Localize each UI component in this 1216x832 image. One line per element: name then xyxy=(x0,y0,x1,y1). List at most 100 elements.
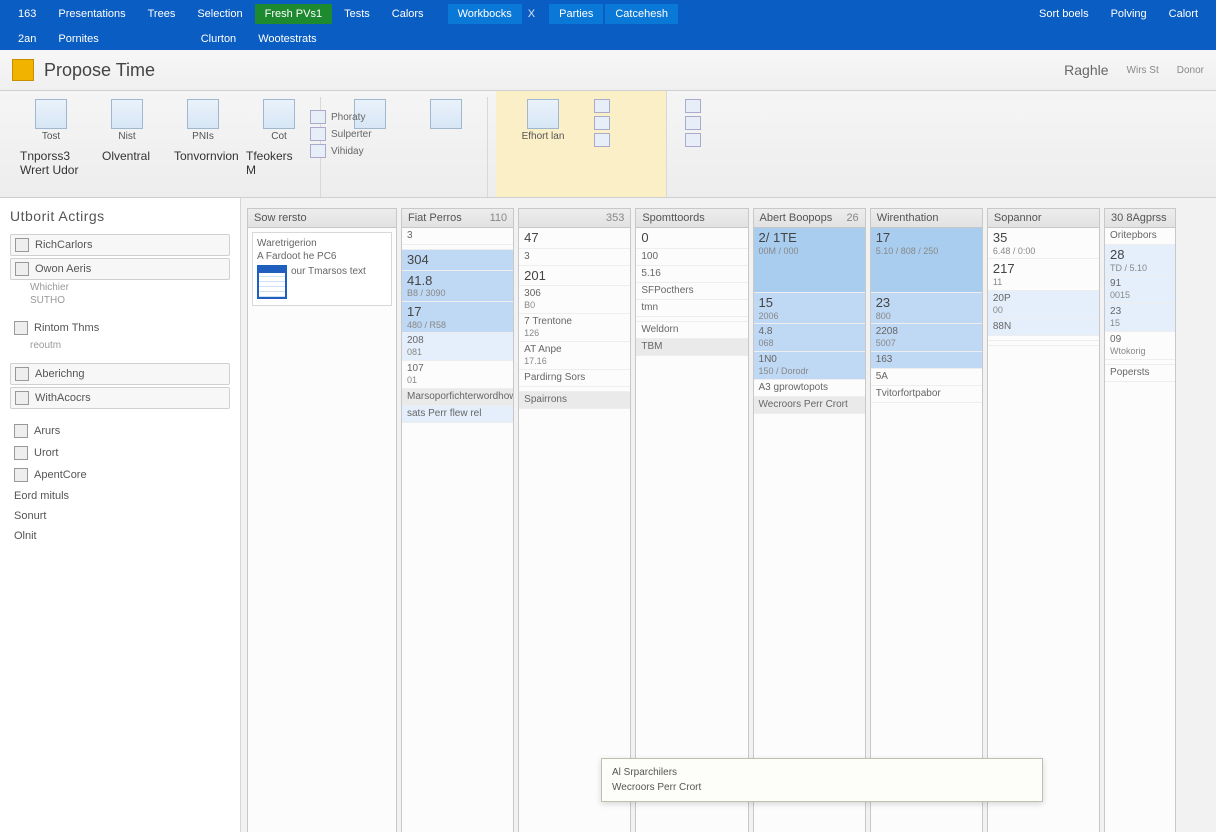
time-slot[interactable]: 7 Trentone126 xyxy=(519,314,630,342)
time-slot[interactable]: 152006 xyxy=(754,293,865,324)
time-slot[interactable]: 208081 xyxy=(402,333,513,361)
page-title: Propose Time xyxy=(44,60,155,81)
ribbon-button[interactable]: Tost xyxy=(20,97,82,145)
time-slot[interactable]: 3 xyxy=(402,228,513,245)
time-slot[interactable]: 17480 / R58 xyxy=(402,302,513,333)
ribbon-button[interactable] xyxy=(415,97,477,131)
ribbon-small-button[interactable]: Phoraty xyxy=(310,110,372,124)
time-card[interactable]: WaretrigerionA Fardoot he PC6our Tmarsos… xyxy=(252,232,392,306)
menu-item[interactable]: Clurton xyxy=(191,29,246,49)
menu-item[interactable]: Calort xyxy=(1159,4,1208,24)
time-slot[interactable]: 2/ 1TE00M / 000 xyxy=(754,228,865,293)
time-slot[interactable]: 88N xyxy=(988,319,1099,336)
sidebar-footer-item[interactable]: Olnit xyxy=(10,527,230,545)
menu-item[interactable]: Tests xyxy=(334,4,380,24)
time-slot[interactable]: AT Anpe17.16 xyxy=(519,342,630,370)
menu-item[interactable]: Wootestrats xyxy=(248,29,327,49)
ribbon-small-button[interactable] xyxy=(594,133,610,147)
time-slot[interactable]: 47 xyxy=(519,228,630,249)
time-slot[interactable]: tmn xyxy=(636,300,747,317)
column-day: Wirenthation xyxy=(877,212,939,224)
sidebar-item[interactable]: RichCarlors xyxy=(10,234,230,256)
menu-item[interactable]: 2an xyxy=(8,29,46,49)
ribbon-small-button[interactable]: Vihiday xyxy=(310,144,372,158)
sidebar-footer-item[interactable]: Arurs xyxy=(10,421,230,441)
sidebar-item[interactable]: WithAcocrs xyxy=(10,387,230,409)
time-slot[interactable]: 306B0 xyxy=(519,286,630,314)
time-slot[interactable]: SFPocthers xyxy=(636,283,747,300)
column-header[interactable]: Spomttoords xyxy=(636,209,747,228)
time-slot[interactable]: 28TD / 5.10 xyxy=(1105,245,1175,276)
time-slot[interactable]: 20P00 xyxy=(988,291,1099,319)
time-slot[interactable]: 41.8B8 / 3090 xyxy=(402,271,513,302)
column-header[interactable]: 353 xyxy=(519,209,630,228)
menu-item-active[interactable]: Fresh PVs1 xyxy=(255,4,332,24)
column-header[interactable]: Fiat Perros110 xyxy=(402,209,513,228)
time-slot[interactable]: 3 xyxy=(519,249,630,266)
time-slot[interactable] xyxy=(988,341,1099,346)
sidebar-footer-item[interactable]: Sonurt xyxy=(10,507,230,525)
ribbon-small-button[interactable] xyxy=(685,133,701,147)
menu-item[interactable]: Catcehesh xyxy=(605,4,678,24)
menu-item[interactable]: Trees xyxy=(138,4,186,24)
time-slot[interactable]: 201 xyxy=(519,266,630,287)
time-slot[interactable]: 5.16 xyxy=(636,266,747,283)
menu-item[interactable]: Presentations xyxy=(48,4,135,24)
column-header[interactable]: Sow rersto xyxy=(248,209,396,228)
sidebar-item[interactable]: Owon Aeris xyxy=(10,258,230,280)
ribbon-button[interactable]: Efhort lan xyxy=(506,97,580,147)
time-slot[interactable]: 100 xyxy=(636,249,747,266)
time-slot[interactable]: Weldorn xyxy=(636,322,747,339)
ribbon-small-button[interactable] xyxy=(685,116,701,130)
close-tab-icon[interactable]: X xyxy=(528,8,535,20)
slot-sub: 6.48 / 0:00 xyxy=(993,246,1094,257)
ribbon-button[interactable]: PNIs xyxy=(172,97,234,145)
time-slot[interactable]: Pardirng Sors xyxy=(519,370,630,387)
time-slot[interactable]: Tvitorfortpabor xyxy=(871,386,982,403)
menu-item[interactable]: Parties xyxy=(549,4,603,24)
time-slot[interactable]: 10701 xyxy=(402,361,513,389)
time-slot[interactable]: 1N0150 / Dorodr xyxy=(754,352,865,380)
sidebar-item[interactable]: Rintom Thms xyxy=(10,318,230,338)
ribbon-small-button[interactable] xyxy=(594,99,610,113)
ribbon-small-button[interactable]: Sulperter xyxy=(310,127,372,141)
time-slot[interactable]: 4.8068 xyxy=(754,324,865,352)
column-header[interactable]: Abert Boopops26 xyxy=(754,209,865,228)
time-slot[interactable]: 22085007 xyxy=(871,324,982,352)
sidebar-footer-item[interactable]: Eord mituls xyxy=(10,487,230,505)
ribbon-small-button[interactable] xyxy=(594,116,610,130)
sidebar-item[interactable]: Aberichng xyxy=(10,363,230,385)
time-slot[interactable]: 304 xyxy=(402,250,513,271)
ribbon-small-button[interactable] xyxy=(685,99,701,113)
time-slot[interactable]: 2315 xyxy=(1105,304,1175,332)
time-slot[interactable]: Spairrons xyxy=(519,392,630,409)
time-slot[interactable]: 23800 xyxy=(871,293,982,324)
time-slot[interactable]: A3 gprowtopots xyxy=(754,380,865,397)
column-header[interactable]: 30 8Agprss xyxy=(1105,209,1175,228)
menu-item[interactable]: Pornites xyxy=(48,29,108,49)
sidebar-footer-item[interactable]: ApentCore xyxy=(10,465,230,485)
time-slot[interactable]: Wecroors Perr Crort xyxy=(754,397,865,414)
time-slot[interactable]: sats Perr flew rel xyxy=(402,406,513,423)
menu-item[interactable]: Polving xyxy=(1101,4,1157,24)
time-slot[interactable]: 5A xyxy=(871,369,982,386)
time-slot[interactable]: 356.48 / 0:00 xyxy=(988,228,1099,259)
menu-tab-workbooks[interactable]: Workbocks xyxy=(448,4,522,24)
column-header[interactable]: Wirenthation xyxy=(871,209,982,228)
menu-item[interactable]: Sort boels xyxy=(1029,4,1099,24)
time-slot[interactable]: 0 xyxy=(636,228,747,249)
time-slot[interactable]: 09Wtokorig xyxy=(1105,332,1175,360)
time-slot[interactable]: 175.10 / 808 / 250 xyxy=(871,228,982,293)
time-slot[interactable]: Popersts xyxy=(1105,365,1175,382)
time-slot[interactable]: 163 xyxy=(871,352,982,369)
time-slot[interactable]: 910015 xyxy=(1105,276,1175,304)
ribbon-button[interactable]: Cot xyxy=(248,97,310,145)
column-header[interactable]: Sopannor xyxy=(988,209,1099,228)
ribbon-button[interactable]: Nist xyxy=(96,97,158,145)
time-slot[interactable]: TBM xyxy=(636,339,747,356)
sidebar-footer-item[interactable]: Urort xyxy=(10,443,230,463)
time-slot[interactable]: 21711 xyxy=(988,259,1099,290)
menu-item[interactable]: Selection xyxy=(187,4,252,24)
menu-item[interactable]: Calors xyxy=(382,4,434,24)
time-slot[interactable]: Marsoporfichterwordhowlooght xyxy=(402,389,513,406)
